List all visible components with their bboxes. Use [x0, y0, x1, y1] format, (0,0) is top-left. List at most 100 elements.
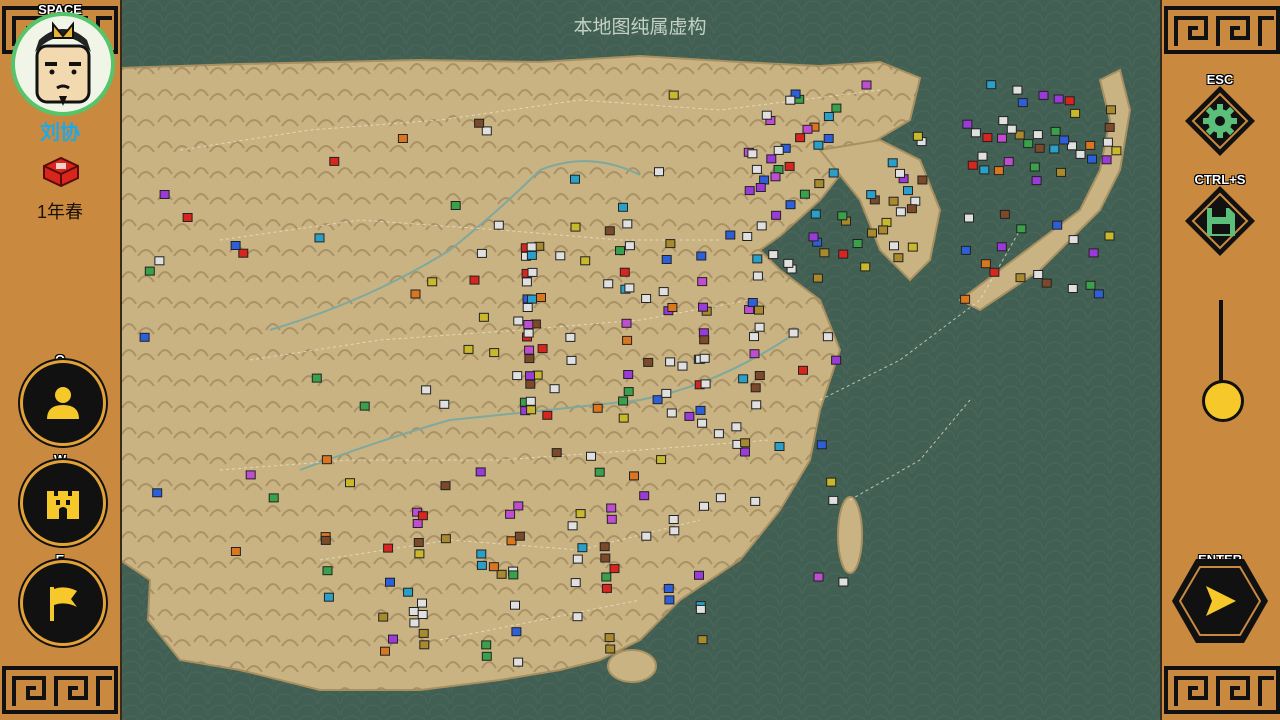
- city-marker[interactable]: [749, 349, 760, 359]
- forces-button[interactable]: [20, 560, 106, 646]
- city-marker[interactable]: [594, 467, 605, 477]
- city-marker[interactable]: [962, 119, 973, 129]
- city-marker[interactable]: [837, 211, 848, 221]
- city-marker[interactable]: [1032, 130, 1043, 140]
- city-marker[interactable]: [618, 202, 628, 212]
- city-marker[interactable]: [439, 399, 450, 409]
- city-marker[interactable]: [852, 239, 863, 248]
- city-marker[interactable]: [615, 246, 625, 256]
- city-marker[interactable]: [1052, 220, 1063, 230]
- city-marker[interactable]: [1085, 140, 1096, 150]
- city-marker[interactable]: [656, 455, 667, 465]
- city-marker[interactable]: [580, 256, 591, 266]
- city-marker[interactable]: [1059, 135, 1070, 145]
- city-marker[interactable]: [1050, 126, 1061, 136]
- city-marker[interactable]: [696, 251, 707, 261]
- city-marker[interactable]: [823, 112, 834, 121]
- city-marker[interactable]: [759, 175, 770, 185]
- city-marker[interactable]: [661, 255, 672, 264]
- city-marker[interactable]: [388, 634, 398, 644]
- city-marker[interactable]: [771, 210, 782, 220]
- city-marker[interactable]: [570, 174, 580, 184]
- world-map[interactable]: [120, 0, 1160, 720]
- city-marker[interactable]: [417, 598, 427, 608]
- city-marker[interactable]: [808, 232, 819, 242]
- city-marker[interactable]: [982, 133, 993, 142]
- city-marker[interactable]: [677, 361, 688, 371]
- city-marker[interactable]: [641, 294, 652, 303]
- city-marker[interactable]: [629, 471, 639, 481]
- city-marker[interactable]: [731, 422, 742, 432]
- cities-button[interactable]: [20, 460, 106, 546]
- city-marker[interactable]: [403, 587, 414, 597]
- city-marker[interactable]: [555, 251, 566, 261]
- city-marker[interactable]: [795, 133, 806, 143]
- city-marker[interactable]: [154, 256, 165, 266]
- city-marker[interactable]: [526, 250, 537, 260]
- city-marker[interactable]: [513, 501, 524, 511]
- city-marker[interactable]: [997, 133, 1007, 143]
- city-marker[interactable]: [828, 168, 839, 178]
- city-marker[interactable]: [417, 511, 428, 521]
- city-marker[interactable]: [1023, 139, 1034, 149]
- city-marker[interactable]: [697, 277, 708, 287]
- city-marker[interactable]: [572, 612, 583, 622]
- characters-button[interactable]: [20, 360, 106, 446]
- city-marker[interactable]: [641, 531, 652, 541]
- city-marker[interactable]: [881, 217, 892, 227]
- settings-button[interactable]: [1181, 84, 1259, 158]
- city-marker[interactable]: [1034, 143, 1045, 153]
- city-marker[interactable]: [860, 262, 871, 272]
- city-marker[interactable]: [993, 166, 1004, 176]
- city-marker[interactable]: [1049, 144, 1060, 154]
- city-marker[interactable]: [766, 154, 777, 164]
- city-marker[interactable]: [903, 186, 913, 196]
- city-marker[interactable]: [838, 577, 849, 587]
- city-marker[interactable]: [1038, 90, 1049, 100]
- city-marker[interactable]: [623, 387, 634, 397]
- city-marker[interactable]: [1106, 105, 1116, 115]
- city-marker[interactable]: [816, 440, 827, 450]
- city-marker[interactable]: [989, 267, 1000, 277]
- city-marker[interactable]: [970, 128, 981, 138]
- city-marker[interactable]: [513, 316, 524, 326]
- city-marker[interactable]: [526, 242, 537, 252]
- city-marker[interactable]: [311, 373, 322, 383]
- city-marker[interactable]: [527, 267, 538, 277]
- city-marker[interactable]: [813, 140, 824, 150]
- city-marker[interactable]: [798, 365, 808, 375]
- city-marker[interactable]: [418, 628, 429, 638]
- city-marker[interactable]: [756, 221, 767, 231]
- city-marker[interactable]: [749, 332, 759, 342]
- city-marker[interactable]: [810, 209, 821, 219]
- city-marker[interactable]: [450, 201, 461, 210]
- city-marker[interactable]: [385, 577, 395, 587]
- city-marker[interactable]: [996, 242, 1007, 252]
- city-marker[interactable]: [977, 151, 988, 161]
- city-marker[interactable]: [1053, 94, 1064, 104]
- city-marker[interactable]: [604, 633, 615, 643]
- city-marker[interactable]: [413, 538, 424, 547]
- city-marker[interactable]: [814, 179, 825, 189]
- city-marker[interactable]: [669, 526, 680, 536]
- city-marker[interactable]: [838, 249, 849, 259]
- city-marker[interactable]: [463, 344, 474, 354]
- city-marker[interactable]: [605, 644, 616, 654]
- city-marker[interactable]: [606, 514, 617, 524]
- city-marker[interactable]: [1067, 284, 1078, 293]
- city-marker[interactable]: [1006, 124, 1017, 134]
- city-marker[interactable]: [506, 536, 517, 546]
- city-marker[interactable]: [668, 515, 679, 524]
- city-marker[interactable]: [784, 161, 795, 171]
- city-marker[interactable]: [828, 495, 839, 505]
- city-marker[interactable]: [601, 572, 612, 582]
- city-marker[interactable]: [639, 491, 650, 501]
- city-marker[interactable]: [618, 396, 629, 406]
- city-marker[interactable]: [887, 158, 898, 168]
- city-marker[interactable]: [1104, 231, 1115, 241]
- city-marker[interactable]: [1102, 137, 1113, 147]
- city-marker[interactable]: [542, 410, 553, 420]
- city-marker[interactable]: [440, 481, 451, 491]
- city-marker[interactable]: [606, 503, 617, 513]
- city-marker[interactable]: [621, 318, 632, 328]
